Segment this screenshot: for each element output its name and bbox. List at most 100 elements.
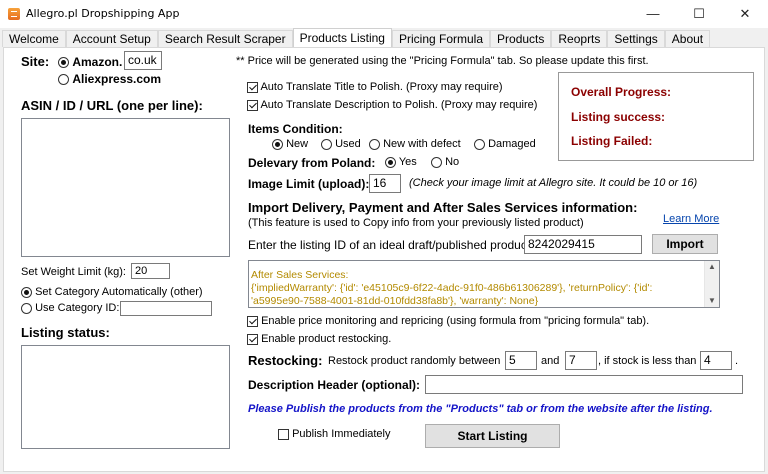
price-monitoring-label: Enable price monitoring and repricing (u…	[261, 315, 650, 327]
listing-status-box	[21, 345, 230, 449]
tab-reports[interactable]: Reoprts	[551, 30, 608, 47]
import-button[interactable]: Import	[652, 234, 718, 254]
delivery-no-option[interactable]: No	[431, 156, 459, 168]
restocking-enable-checkbox[interactable]	[247, 333, 258, 345]
amazon-radio[interactable]	[58, 57, 69, 69]
learn-more-link[interactable]: Learn More	[663, 213, 719, 225]
amazon-domain-input[interactable]: co.uk	[124, 51, 162, 70]
minimize-button[interactable]: —	[630, 0, 676, 28]
category-manual-option[interactable]: Use Category ID:	[21, 302, 119, 314]
publish-immediately-label: Publish Immediately	[292, 428, 391, 440]
delivery-no-label: No	[445, 156, 460, 168]
delivery-label: Delevary from Poland:	[248, 156, 376, 170]
description-header-label: Description Header (optional):	[248, 378, 421, 392]
aliexpress-label: Aliexpress.com	[72, 72, 162, 86]
price-note: ** Price will be generated using the "Pr…	[236, 55, 649, 67]
import-subtext: (This feature is used to Copy info from …	[248, 217, 584, 229]
restock-min-input[interactable]: 5	[505, 351, 537, 370]
after-sales-line2: {'impliedWarranty': {'id': 'e45105c9-6f2…	[251, 282, 653, 294]
condition-damaged-option[interactable]: Damaged	[474, 138, 536, 150]
publish-immediately-checkbox[interactable]	[278, 428, 289, 440]
weight-limit-label: Set Weight Limit (kg):	[21, 266, 126, 278]
delivery-yes-label: Yes	[398, 156, 417, 168]
tab-bar: Welcome Account Setup Search Result Scra…	[2, 28, 711, 48]
app-icon	[8, 8, 20, 20]
restocking-enable-option[interactable]: Enable product restocking.	[247, 333, 391, 345]
image-limit-input[interactable]: 16	[369, 174, 401, 193]
category-auto-label: Set Category Automatically (other)	[35, 286, 203, 298]
category-id-input[interactable]	[120, 301, 212, 316]
category-auto-option[interactable]: Set Category Automatically (other)	[21, 286, 203, 298]
condition-used-label: Used	[335, 138, 361, 150]
restocking-end: .	[735, 355, 739, 367]
aliexpress-radio[interactable]	[58, 74, 69, 86]
scroll-up-icon[interactable]: ▲	[708, 262, 716, 271]
restock-threshold-input[interactable]: 4	[700, 351, 732, 370]
asin-label: ASIN / ID / URL (one per line):	[21, 98, 203, 113]
category-manual-label: Use Category ID:	[35, 302, 120, 314]
listing-failed-label: Listing Failed:	[571, 134, 653, 148]
translate-desc-checkbox[interactable]	[247, 99, 258, 111]
tab-products-listing[interactable]: Products Listing	[292, 28, 392, 48]
publish-note: Please Publish the products from the "Pr…	[248, 403, 713, 415]
condition-defect-option[interactable]: New with defect	[369, 138, 461, 150]
condition-damaged-label: Damaged	[488, 138, 536, 150]
listing-id-label: Enter the listing ID of an ideal draft/p…	[248, 238, 534, 252]
condition-damaged-radio[interactable]	[474, 138, 485, 150]
start-listing-button[interactable]: Start Listing	[425, 424, 560, 448]
after-sales-line1: After Sales Services:	[251, 269, 349, 281]
condition-new-radio[interactable]	[272, 138, 283, 150]
close-button[interactable]: ✕	[722, 0, 768, 28]
delivery-yes-option[interactable]: Yes	[385, 156, 417, 168]
image-limit-hint: (Check your image limit at Allegro site.…	[409, 177, 698, 189]
asin-textarea[interactable]	[21, 118, 230, 257]
translate-desc-option[interactable]: Auto Translate Description to Polish. (P…	[247, 99, 537, 111]
price-monitoring-option[interactable]: Enable price monitoring and repricing (u…	[247, 315, 649, 327]
condition-defect-label: New with defect	[383, 138, 461, 150]
category-manual-radio[interactable]	[21, 302, 32, 314]
condition-label: Items Condition:	[248, 122, 343, 136]
translate-title-checkbox[interactable]	[247, 81, 258, 93]
delivery-no-radio[interactable]	[431, 156, 442, 168]
condition-new-label: New	[286, 138, 309, 150]
listing-status-label: Listing status:	[21, 325, 110, 340]
restocking-text2: , if stock is less than	[598, 355, 697, 367]
overall-progress-label: Overall Progress:	[571, 85, 672, 99]
after-sales-line3: 'a5995e90-7588-4001-81dd-010fdd38fa8b'},…	[251, 295, 539, 307]
condition-used-radio[interactable]	[321, 138, 332, 150]
window-title: Allegro.pl Dropshipping App	[26, 7, 180, 20]
condition-new-option[interactable]: New	[272, 138, 308, 150]
restock-max-input[interactable]: 7	[565, 351, 597, 370]
weight-limit-input[interactable]: 20	[131, 263, 170, 279]
scroll-down-icon[interactable]: ▼	[708, 296, 716, 305]
restocking-text1: Restock product randomly between	[328, 355, 501, 367]
import-heading: Import Delivery, Payment and After Sales…	[248, 200, 638, 215]
description-header-input[interactable]	[425, 375, 743, 394]
tab-products[interactable]: Products	[490, 30, 552, 47]
site-aliexpress-option[interactable]: Aliexpress.com	[58, 72, 161, 86]
tab-account-setup[interactable]: Account Setup	[65, 30, 158, 47]
price-monitoring-checkbox[interactable]	[247, 315, 258, 327]
condition-defect-radio[interactable]	[369, 138, 380, 150]
listing-success-label: Listing success:	[571, 110, 666, 124]
translate-title-option[interactable]: Auto Translate Title to Polish. (Proxy m…	[247, 81, 503, 93]
restocking-enable-label: Enable product restocking.	[261, 333, 392, 345]
tab-pricing-formula[interactable]: Pricing Formula	[391, 30, 491, 47]
listing-id-input[interactable]: 8242029415	[524, 235, 642, 254]
translate-title-label: Auto Translate Title to Polish. (Proxy m…	[260, 81, 503, 93]
condition-used-option[interactable]: Used	[321, 138, 361, 150]
restocking-label: Restocking:	[248, 353, 323, 368]
tab-search-result-scraper[interactable]: Search Result Scraper	[157, 30, 293, 47]
maximize-button[interactable]: ☐	[676, 0, 722, 28]
category-auto-radio[interactable]	[21, 286, 32, 298]
publish-immediately-option[interactable]: Publish Immediately	[278, 428, 391, 440]
tab-settings[interactable]: Settings	[607, 30, 665, 47]
restocking-and: and	[541, 355, 560, 367]
tab-welcome[interactable]: Welcome	[2, 30, 66, 47]
tab-about[interactable]: About	[664, 30, 711, 47]
site-label: Site:	[21, 54, 50, 69]
amazon-label: Amazon.	[72, 55, 123, 69]
site-amazon-option[interactable]: Amazon.	[58, 55, 122, 69]
translate-desc-label: Auto Translate Description to Polish. (P…	[260, 99, 538, 111]
delivery-yes-radio[interactable]	[385, 156, 396, 168]
